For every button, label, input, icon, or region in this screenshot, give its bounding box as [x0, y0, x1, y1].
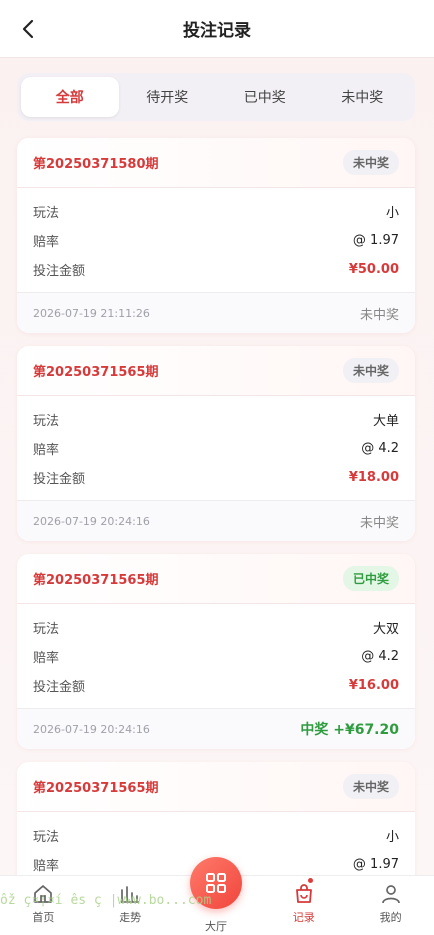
- chevron-left-icon: [22, 19, 34, 39]
- period-number: 第20250371565期: [33, 573, 159, 588]
- bet-record-card[interactable]: 第20250371580期 未中奖 玩法 小 赔率 @ 1.97 投注金额 ¥5…: [17, 138, 415, 333]
- odds-value: @ 4.2: [361, 441, 399, 456]
- card-body: 玩法 小 赔率 @ 1.97 投注金额 ¥50.00: [17, 188, 415, 293]
- tab-all[interactable]: 全部: [21, 77, 119, 117]
- hall-label: 大厅: [205, 920, 227, 933]
- active-dot: [307, 878, 313, 883]
- page-title: 投注记录: [183, 21, 251, 41]
- play-label: 玩法: [33, 830, 60, 845]
- status-badge: 已中奖: [342, 566, 399, 591]
- odds-label: 赔率: [33, 443, 60, 458]
- play-value: 小: [385, 830, 399, 845]
- filter-tabs: 全部 待开奖 已中奖 未中奖: [17, 73, 415, 121]
- bet-record-card[interactable]: 第20250371565期 未中奖 玩法 大单 赔率 @ 4.2 投注金额 ¥1…: [17, 346, 415, 541]
- play-row: 玩法 小: [33, 821, 399, 850]
- nav-trend[interactable]: 走势: [87, 876, 174, 935]
- play-value: 大单: [372, 414, 399, 429]
- records-content[interactable]: 全部 待开奖 已中奖 未中奖 第20250371580期 未中奖 玩法 小 赔率…: [0, 58, 434, 875]
- bet-record-card[interactable]: 第20250371565期 已中奖 玩法 大双 赔率 @ 4.2 投注金额 ¥1…: [17, 554, 415, 749]
- shopping-bag-icon: [295, 884, 312, 903]
- bet-result: 未中奖: [359, 307, 399, 323]
- odds-value: @ 1.97: [352, 857, 399, 872]
- hall-button[interactable]: [190, 857, 242, 909]
- card-header: 第20250371565期 未中奖: [17, 346, 415, 396]
- card-body: 玩法 大双 赔率 @ 4.2 投注金额 ¥16.00: [17, 604, 415, 709]
- amount-row: 投注金额 ¥16.00: [33, 671, 399, 700]
- play-label: 玩法: [33, 414, 60, 429]
- play-label: 玩法: [33, 206, 60, 221]
- bet-result: 未中奖: [359, 515, 399, 531]
- play-row: 玩法 大双: [33, 613, 399, 642]
- amount-row: 投注金额 ¥18.00: [33, 463, 399, 492]
- odds-label: 赔率: [33, 651, 60, 666]
- bet-result: 中奖 +¥67.20: [300, 722, 399, 738]
- user-icon: [381, 885, 400, 904]
- period-number: 第20250371565期: [33, 781, 159, 796]
- odds-value: @ 1.97: [352, 233, 399, 248]
- amount-row: 投注金额 ¥50.00: [33, 255, 399, 284]
- odds-row: 赔率 @ 4.2: [33, 434, 399, 463]
- play-row: 玩法 大单: [33, 405, 399, 434]
- odds-value: @ 4.2: [361, 649, 399, 664]
- play-value: 大双: [372, 622, 399, 637]
- card-footer: 2026-07-19 20:24:16 未中奖: [17, 501, 415, 541]
- card-header: 第20250371565期 已中奖: [17, 554, 415, 604]
- period-number: 第20250371565期: [33, 365, 159, 380]
- bet-time: 2026-07-19 21:11:26: [33, 306, 150, 320]
- tab-lost[interactable]: 未中奖: [314, 77, 412, 117]
- amount-value: ¥18.00: [348, 470, 399, 485]
- status-badge: 未中奖: [342, 774, 399, 799]
- card-body: 玩法 大单 赔率 @ 4.2 投注金额 ¥18.00: [17, 396, 415, 501]
- card-header: 第20250371580期 未中奖: [17, 138, 415, 188]
- card-footer: 2026-07-19 20:24:16 中奖 +¥67.20: [17, 709, 415, 749]
- amount-label: 投注金额: [33, 680, 86, 695]
- back-button[interactable]: [14, 15, 42, 43]
- odds-row: 赔率 @ 4.2: [33, 642, 399, 671]
- play-value: 小: [385, 206, 399, 221]
- play-label: 玩法: [33, 622, 60, 637]
- amount-value: ¥16.00: [348, 678, 399, 693]
- nav-trend-label: 走势: [119, 911, 142, 924]
- status-badge: 未中奖: [342, 150, 399, 175]
- tab-won[interactable]: 已中奖: [216, 77, 314, 117]
- bet-time: 2026-07-19 20:24:16: [33, 722, 150, 736]
- amount-label: 投注金额: [33, 472, 86, 487]
- period-number: 第20250371580期: [33, 157, 159, 172]
- odds-label: 赔率: [33, 235, 60, 250]
- header: 投注记录: [0, 0, 434, 58]
- odds-row: 赔率 @ 1.97: [33, 226, 399, 255]
- nav-records-label: 记录: [292, 911, 315, 924]
- nav-home-label: 首页: [32, 911, 55, 924]
- nav-home[interactable]: 首页: [0, 876, 87, 935]
- nav-mine[interactable]: 我的: [347, 876, 434, 935]
- status-badge: 未中奖: [342, 358, 399, 383]
- bet-record-list: 第20250371580期 未中奖 玩法 小 赔率 @ 1.97 投注金额 ¥5…: [17, 138, 415, 875]
- amount-label: 投注金额: [33, 264, 86, 279]
- amount-value: ¥50.00: [348, 262, 399, 277]
- card-footer: 2026-07-19 21:11:26 未中奖: [17, 293, 415, 333]
- home-icon: [34, 885, 53, 903]
- play-row: 玩法 小: [33, 197, 399, 226]
- grid-icon: [206, 873, 226, 893]
- odds-label: 赔率: [33, 859, 60, 874]
- tab-pending[interactable]: 待开奖: [119, 77, 217, 117]
- bet-time: 2026-07-19 20:24:16: [33, 514, 150, 528]
- card-header: 第20250371565期 未中奖: [17, 762, 415, 812]
- nav-mine-label: 我的: [379, 911, 402, 924]
- chart-trend-icon: [121, 886, 140, 903]
- nav-records[interactable]: 记录: [260, 876, 347, 935]
